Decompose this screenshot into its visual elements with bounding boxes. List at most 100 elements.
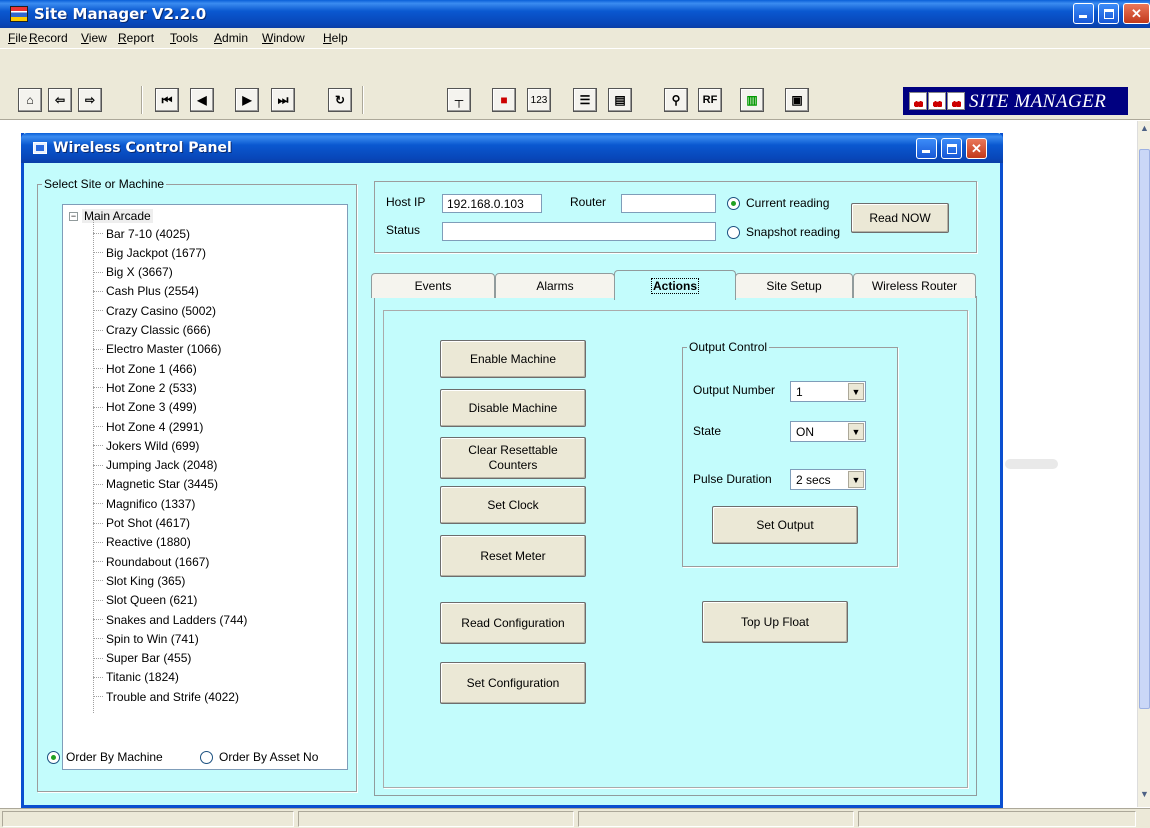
scroll-thumb[interactable] xyxy=(1139,149,1150,709)
output-number-label: Output Number xyxy=(693,383,776,397)
menu-view[interactable]: View xyxy=(81,31,107,45)
tree-item[interactable]: Pot Shot (4617) xyxy=(93,515,190,532)
next-record-button[interactable]: ▶ xyxy=(235,88,259,112)
tab-actions[interactable]: Actions xyxy=(614,270,736,300)
tree-item[interactable]: Jumping Jack (2048) xyxy=(93,457,217,474)
tree-item[interactable]: Titanic (1824) xyxy=(93,669,179,686)
tree-item[interactable]: Cash Plus (2554) xyxy=(93,283,199,300)
vertical-scrollbar[interactable]: ▲ ▼ xyxy=(1137,121,1150,807)
order-by-machine-radio[interactable]: Order By Machine xyxy=(47,750,163,764)
tree-branch-line xyxy=(93,387,103,389)
report-button[interactable]: ▤ xyxy=(608,88,632,112)
back-button[interactable]: ⇦ xyxy=(48,88,72,112)
menu-record[interactable]: Record xyxy=(29,31,68,45)
forward-button[interactable]: ⇨ xyxy=(78,88,102,112)
tree-item[interactable]: Roundabout (1667) xyxy=(93,553,209,570)
rf-button[interactable]: RF xyxy=(698,88,722,112)
state-select[interactable]: ON ▼ xyxy=(790,421,866,442)
machine-tree[interactable]: − Main Arcade Bar 7-10 (4025) Big Jackpot… xyxy=(62,204,348,770)
tree-item[interactable]: Reactive (1880) xyxy=(93,534,191,551)
menu-file[interactable]: File xyxy=(8,31,27,45)
dropdown-arrow-icon[interactable]: ▼ xyxy=(848,383,864,400)
tree-item-label: Hot Zone 1 (466) xyxy=(106,361,197,376)
tree-item[interactable]: Spin to Win (741) xyxy=(93,630,199,647)
set-configuration-button[interactable]: Set Configuration xyxy=(440,662,586,704)
tab-wireless-router[interactable]: Wireless Router xyxy=(853,273,976,298)
tree-item[interactable]: Slot King (365) xyxy=(93,572,185,589)
tree-item-label: Bar 7-10 (4025) xyxy=(106,226,191,241)
menu-tools[interactable]: Tools xyxy=(170,31,198,45)
router-field[interactable] xyxy=(621,194,716,213)
toolbar-separator xyxy=(141,86,143,114)
machine-button[interactable]: ■ xyxy=(492,88,516,112)
panel-maximize-button[interactable] xyxy=(941,138,962,159)
tree-item[interactable]: Magnetic Star (3445) xyxy=(93,476,218,493)
minimize-button[interactable] xyxy=(1073,3,1094,24)
search-button[interactable]: ⚲ xyxy=(664,88,688,112)
menu-help[interactable]: Help xyxy=(323,31,348,45)
clear-counters-button[interactable]: Clear Resettable Counters xyxy=(440,437,586,479)
tab-alarms[interactable]: Alarms xyxy=(495,273,615,298)
tree-item[interactable]: Electro Master (1066) xyxy=(93,341,221,358)
app-icon xyxy=(10,6,28,22)
set-output-button[interactable]: Set Output xyxy=(712,506,858,544)
scroll-up-icon[interactable]: ▲ xyxy=(1139,123,1150,137)
top-up-float-button[interactable]: Top Up Float xyxy=(702,601,848,643)
tree-item[interactable]: Super Bar (455) xyxy=(93,650,191,667)
enable-machine-button[interactable]: Enable Machine xyxy=(440,340,586,378)
read-configuration-button[interactable]: Read Configuration xyxy=(440,602,586,644)
tab-events[interactable]: Events xyxy=(371,273,495,298)
dropdown-arrow-icon[interactable]: ▼ xyxy=(848,471,864,488)
save-button[interactable]: ▣ xyxy=(785,88,809,112)
tree-item[interactable]: Jokers Wild (699) xyxy=(93,437,199,454)
pulse-duration-label: Pulse Duration xyxy=(693,472,772,486)
menu-admin[interactable]: Admin xyxy=(214,31,248,45)
meter-button[interactable]: ┬ xyxy=(447,88,471,112)
tree-item[interactable]: Crazy Classic (666) xyxy=(93,322,211,339)
refresh-button[interactable]: ↻ xyxy=(328,88,352,112)
tree-item[interactable]: Big X (3667) xyxy=(93,264,173,281)
pulse-duration-select[interactable]: 2 secs ▼ xyxy=(790,469,866,490)
tree-branch-line xyxy=(93,483,103,485)
tree-branch-line xyxy=(93,368,103,370)
last-record-button[interactable]: ⏭ xyxy=(271,88,295,112)
tree-item[interactable]: Big Jackpot (1677) xyxy=(93,244,206,261)
panel-minimize-button[interactable] xyxy=(916,138,937,159)
database-button[interactable]: ☰ xyxy=(573,88,597,112)
first-record-button[interactable]: ⏮ xyxy=(155,88,179,112)
tree-branch-line xyxy=(93,233,103,234)
tree-item[interactable]: Bar 7-10 (4025) xyxy=(93,225,190,242)
read-now-button[interactable]: Read NOW xyxy=(851,203,949,233)
collapse-icon[interactable]: − xyxy=(69,211,78,221)
menu-window[interactable]: Window xyxy=(262,31,305,45)
reset-meter-button[interactable]: Reset Meter xyxy=(440,535,586,577)
tree-item[interactable]: Crazy Casino (5002) xyxy=(93,302,216,319)
tree-item[interactable]: Trouble and Strife (4022) xyxy=(93,688,239,705)
set-clock-button[interactable]: Set Clock xyxy=(440,486,586,524)
numbers-button[interactable]: 123 xyxy=(527,88,551,112)
previous-record-button[interactable]: ◀ xyxy=(190,88,214,112)
menu-report[interactable]: Report xyxy=(118,31,154,45)
home-button[interactable]: ⌂ xyxy=(18,88,42,112)
current-reading-radio[interactable]: Current reading xyxy=(727,196,829,210)
snapshot-reading-radio[interactable]: Snapshot reading xyxy=(727,225,840,239)
output-number-select[interactable]: 1 ▼ xyxy=(790,381,866,402)
chart-button[interactable]: ▥ xyxy=(740,88,764,112)
maximize-button[interactable] xyxy=(1098,3,1119,24)
close-button[interactable]: ✕ xyxy=(1123,3,1150,24)
tree-item[interactable]: Hot Zone 3 (499) xyxy=(93,399,197,416)
tree-item[interactable]: Magnifico (1337) xyxy=(93,495,195,512)
tree-item[interactable]: Hot Zone 1 (466) xyxy=(93,360,197,377)
host-ip-field[interactable]: 192.168.0.103 xyxy=(442,194,542,213)
order-by-asset-radio[interactable]: Order By Asset No xyxy=(200,750,318,764)
tree-item[interactable]: Slot Queen (621) xyxy=(93,592,197,609)
tree-item[interactable]: Snakes and Ladders (744) xyxy=(93,611,247,628)
tree-root[interactable]: − Main Arcade xyxy=(69,207,153,225)
panel-close-button[interactable]: ✕ xyxy=(966,138,987,159)
dropdown-arrow-icon[interactable]: ▼ xyxy=(848,423,864,440)
disable-machine-button[interactable]: Disable Machine xyxy=(440,389,586,427)
tree-item[interactable]: Hot Zone 2 (533) xyxy=(93,379,197,396)
tab-site-setup[interactable]: Site Setup xyxy=(735,273,853,298)
scroll-down-icon[interactable]: ▼ xyxy=(1139,789,1150,803)
tree-item[interactable]: Hot Zone 4 (2991) xyxy=(93,418,203,435)
